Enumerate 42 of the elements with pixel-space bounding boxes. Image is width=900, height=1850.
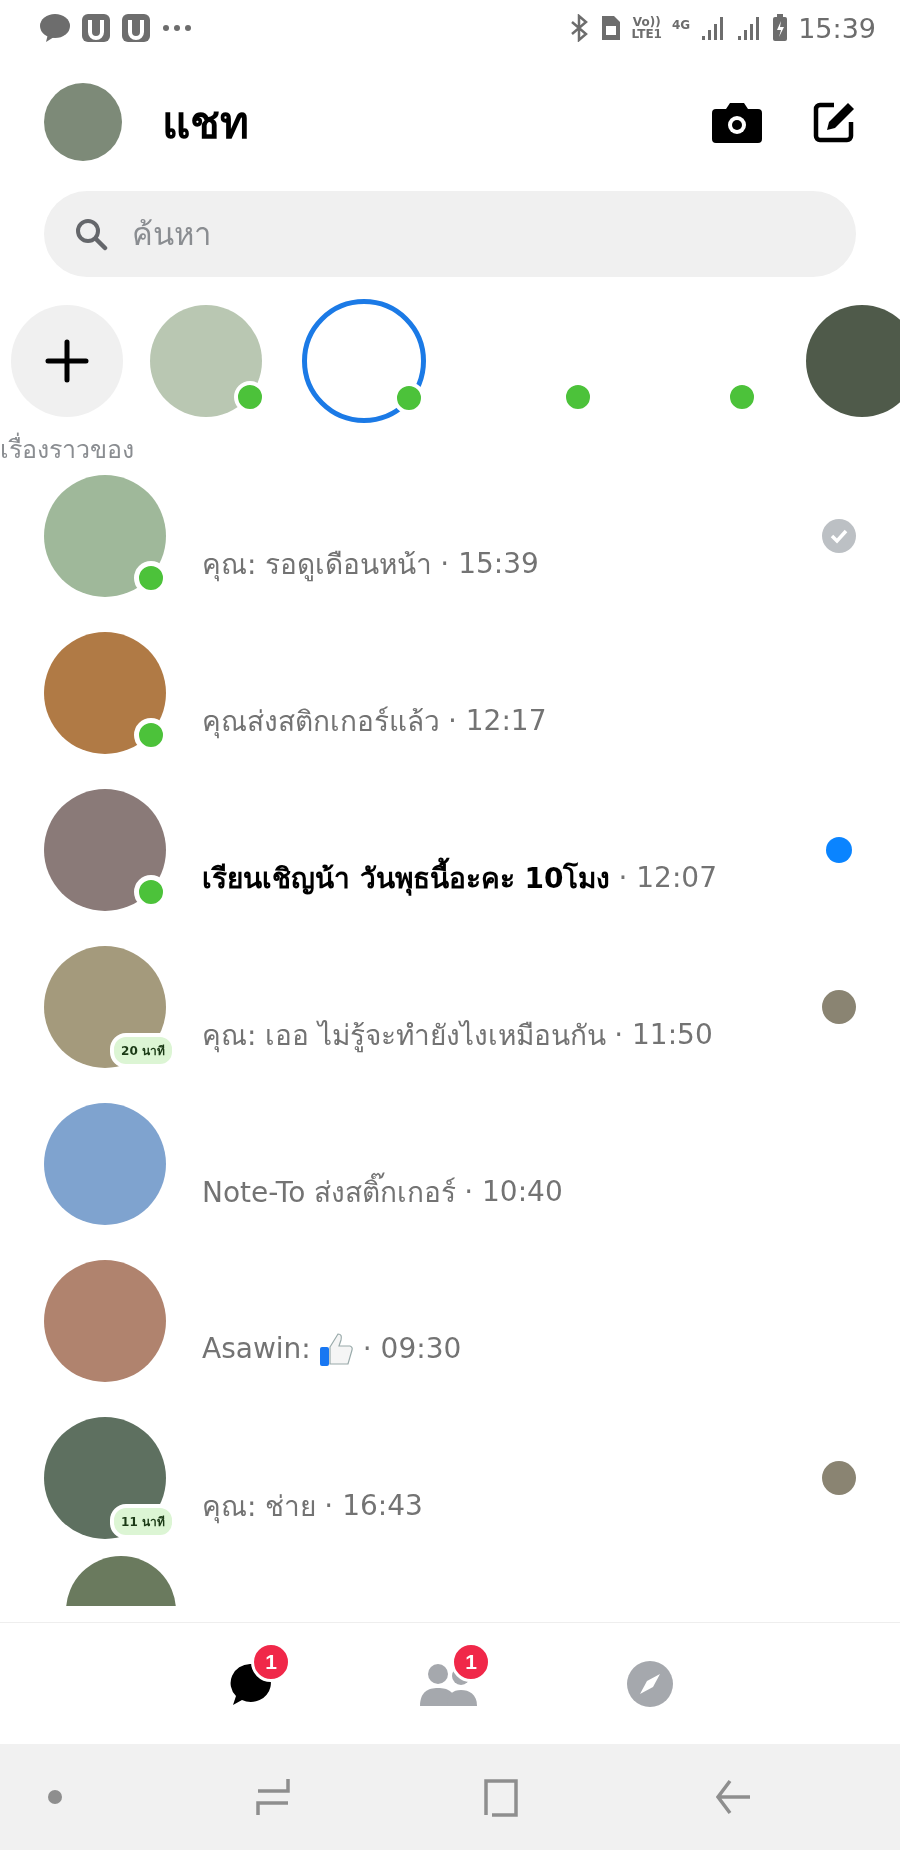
search-field[interactable]: ค้นหา — [44, 191, 856, 277]
volte-label: Vo)) — [631, 16, 662, 28]
message-preview: เรียนเชิญน้า วันพุธนี้อะคะ 10โมง — [202, 855, 611, 900]
clock-time: 15:39 — [798, 12, 876, 44]
message-time: · 15:39 — [440, 547, 539, 580]
message-time: · 10:40 — [464, 1175, 563, 1208]
message-preview: Note-To ส่งสติ๊กเกอร์ — [202, 1169, 457, 1214]
story-label: เรื่องราวของ — [0, 429, 134, 469]
message-preview: Asawin: — [202, 1332, 311, 1365]
dot-icon — [48, 1790, 62, 1804]
more-dots-icon — [162, 24, 192, 32]
recent-apps-button[interactable] — [254, 1777, 292, 1817]
back-arrow-icon — [714, 1777, 752, 1817]
camera-button[interactable] — [712, 100, 762, 143]
message-preview: คุณ: ช่าย — [202, 1488, 317, 1526]
u-app-icon — [122, 14, 150, 42]
u-app-icon — [82, 14, 110, 42]
notification-badge: 1 — [251, 1642, 291, 1682]
nav-tab[interactable]: 1 — [205, 1644, 295, 1724]
notification-badge: 1 — [451, 1642, 491, 1682]
network-label: 4G — [672, 18, 691, 31]
nav-tab[interactable]: 1 — [405, 1644, 495, 1724]
back-button[interactable] — [714, 1777, 752, 1817]
message-time: · 16:43 — [324, 1489, 423, 1522]
message-preview: คุณ: เออ ไม่รู้จะทำยังไงเหมือนกัน — [202, 1017, 607, 1055]
battery-icon — [772, 14, 789, 42]
message-time: · 09:30 — [362, 1332, 462, 1365]
story-ring[interactable] — [302, 299, 426, 423]
sim-card-icon — [599, 14, 622, 42]
plus-icon — [45, 339, 89, 383]
compass-icon — [626, 1660, 674, 1708]
message-time: · 11:50 — [614, 1018, 713, 1051]
message-time: · 12:07 — [618, 861, 717, 894]
message-time: · 12:17 — [448, 704, 547, 737]
lte-label: LTE1 — [631, 28, 662, 40]
search-icon — [74, 217, 108, 251]
camera-icon — [712, 100, 762, 143]
recents-icon — [254, 1777, 292, 1817]
chat-app-icon — [40, 14, 70, 42]
message-preview: คุณ: รอดูเดือนหน้า — [202, 546, 433, 584]
message-preview: คุณส่งสติกเกอร์แล้ว — [202, 703, 440, 741]
page-title: แชท — [162, 95, 250, 150]
